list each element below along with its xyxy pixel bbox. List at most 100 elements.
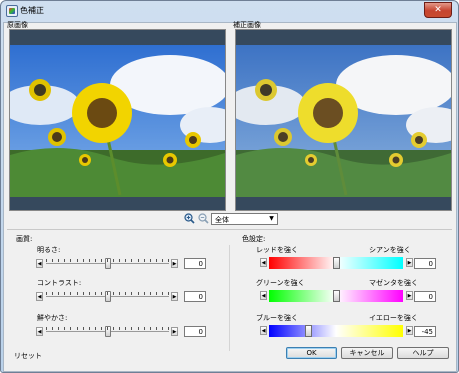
saturation-value-field[interactable]: 0	[184, 326, 206, 337]
brightness-increase-button[interactable]: ▶	[171, 259, 178, 268]
arrow-left-icon: ◀	[37, 329, 42, 335]
slider-tick	[144, 327, 145, 330]
saturation-label: 鮮やかさ:	[37, 314, 68, 322]
title-bar[interactable]: 色補正 ✕	[1, 1, 458, 22]
color-settings-section-label: 色設定:	[242, 235, 266, 243]
slider-tick	[131, 292, 132, 295]
blue-yellow-slider-thumb[interactable]	[305, 325, 312, 337]
blue-yellow-value-field[interactable]: -45	[414, 326, 436, 337]
arrow-right-icon: ▶	[172, 261, 177, 267]
green-magenta-decrease-button[interactable]: ◀	[260, 291, 267, 300]
saturation-slider-thumb[interactable]	[105, 326, 111, 337]
slider-tick	[168, 259, 169, 262]
arrow-left-icon: ◀	[37, 261, 42, 267]
arrow-right-icon: ▶	[172, 294, 177, 300]
red-cyan-slider-thumb[interactable]	[333, 257, 340, 269]
green-magenta-slider[interactable]	[269, 290, 403, 302]
slider-tick	[150, 259, 151, 262]
slider-tick	[138, 292, 139, 295]
red-cyan-increase-button[interactable]: ▶	[406, 258, 413, 267]
image-quality-section-label: 画質:	[16, 235, 33, 243]
blue-yellow-right-label: イエローを強く	[369, 314, 418, 322]
chevron-down-icon: ▼	[269, 215, 274, 222]
slider-tick	[125, 292, 126, 295]
saturation-increase-button[interactable]: ▶	[171, 327, 178, 336]
green-magenta-increase-button[interactable]: ▶	[406, 291, 413, 300]
slider-tick	[119, 327, 120, 330]
contrast-slider[interactable]	[46, 291, 169, 302]
slider-tick	[138, 259, 139, 262]
green-magenta-left-label: グリーンを強く	[256, 279, 305, 287]
slider-tick	[101, 259, 102, 262]
divider	[7, 229, 452, 230]
arrow-right-icon: ▶	[407, 293, 412, 299]
slider-tick	[95, 327, 96, 330]
slider-tick	[113, 259, 114, 262]
slider-tick	[46, 327, 47, 330]
green-magenta-slider-thumb[interactable]	[333, 290, 340, 302]
slider-tick	[89, 292, 90, 295]
brightness-value-field[interactable]: 0	[184, 258, 206, 269]
slider-tick	[70, 292, 71, 295]
brightness-slider[interactable]	[46, 258, 169, 269]
green-magenta-value-field[interactable]: 0	[414, 291, 436, 302]
view-select[interactable]: 全体 ▼	[211, 213, 278, 225]
slider-tick	[168, 327, 169, 330]
close-button[interactable]: ✕	[424, 2, 452, 18]
arrow-right-icon: ▶	[407, 328, 412, 334]
slider-tick	[77, 292, 78, 295]
reset-button[interactable]: リセット	[14, 351, 42, 361]
slider-tick	[131, 327, 132, 330]
slider-tick	[162, 327, 163, 330]
color-correction-icon	[6, 5, 18, 17]
slider-tick	[46, 259, 47, 262]
slider-tick	[113, 292, 114, 295]
help-button[interactable]: ヘルプ	[397, 347, 449, 359]
saturation-decrease-button[interactable]: ◀	[36, 327, 43, 336]
slider-tick	[150, 327, 151, 330]
blue-yellow-slider[interactable]	[269, 325, 403, 337]
brightness-label: 明るさ:	[37, 246, 61, 254]
zoom-out-button[interactable]	[198, 213, 209, 227]
arrow-right-icon: ▶	[172, 329, 177, 335]
red-cyan-left-label: レッドを強く	[256, 246, 298, 254]
contrast-increase-button[interactable]: ▶	[171, 292, 178, 301]
red-cyan-decrease-button[interactable]: ◀	[260, 258, 267, 267]
slider-tick	[125, 327, 126, 330]
ok-button[interactable]: OK	[286, 347, 337, 359]
red-cyan-slider[interactable]	[269, 257, 403, 269]
color-correction-dialog: 色補正 ✕ 原画像 補正画像 全体 ▼ 画質: 明るさ: ◀ ▶ 0 コントラス…	[0, 0, 459, 373]
corrected-photo	[236, 45, 451, 197]
arrow-right-icon: ▶	[407, 260, 412, 266]
slider-tick	[89, 259, 90, 262]
slider-tick	[150, 292, 151, 295]
zoom-in-icon	[184, 213, 195, 224]
slider-tick	[77, 327, 78, 330]
red-cyan-right-label: シアンを強く	[369, 246, 411, 254]
slider-tick	[89, 327, 90, 330]
slider-tick	[58, 327, 59, 330]
saturation-slider[interactable]	[46, 326, 169, 337]
slider-tick	[64, 327, 65, 330]
blue-yellow-increase-button[interactable]: ▶	[406, 326, 413, 335]
zoom-in-button[interactable]	[184, 213, 195, 227]
slider-tick	[70, 259, 71, 262]
divider	[229, 245, 230, 351]
slider-tick	[77, 259, 78, 262]
brightness-slider-thumb[interactable]	[105, 258, 111, 269]
close-icon: ✕	[434, 5, 442, 15]
slider-tick	[101, 292, 102, 295]
arrow-left-icon: ◀	[261, 293, 266, 299]
slider-tick	[107, 259, 108, 262]
blue-yellow-decrease-button[interactable]: ◀	[260, 326, 267, 335]
contrast-decrease-button[interactable]: ◀	[36, 292, 43, 301]
contrast-value-field[interactable]: 0	[184, 291, 206, 302]
slider-tick	[156, 259, 157, 262]
slider-tick	[83, 259, 84, 262]
slider-tick	[58, 259, 59, 262]
contrast-slider-thumb[interactable]	[105, 291, 111, 302]
zoom-out-icon	[198, 213, 209, 224]
red-cyan-value-field[interactable]: 0	[414, 258, 436, 269]
cancel-button[interactable]: キャンセル	[341, 347, 393, 359]
brightness-decrease-button[interactable]: ◀	[36, 259, 43, 268]
